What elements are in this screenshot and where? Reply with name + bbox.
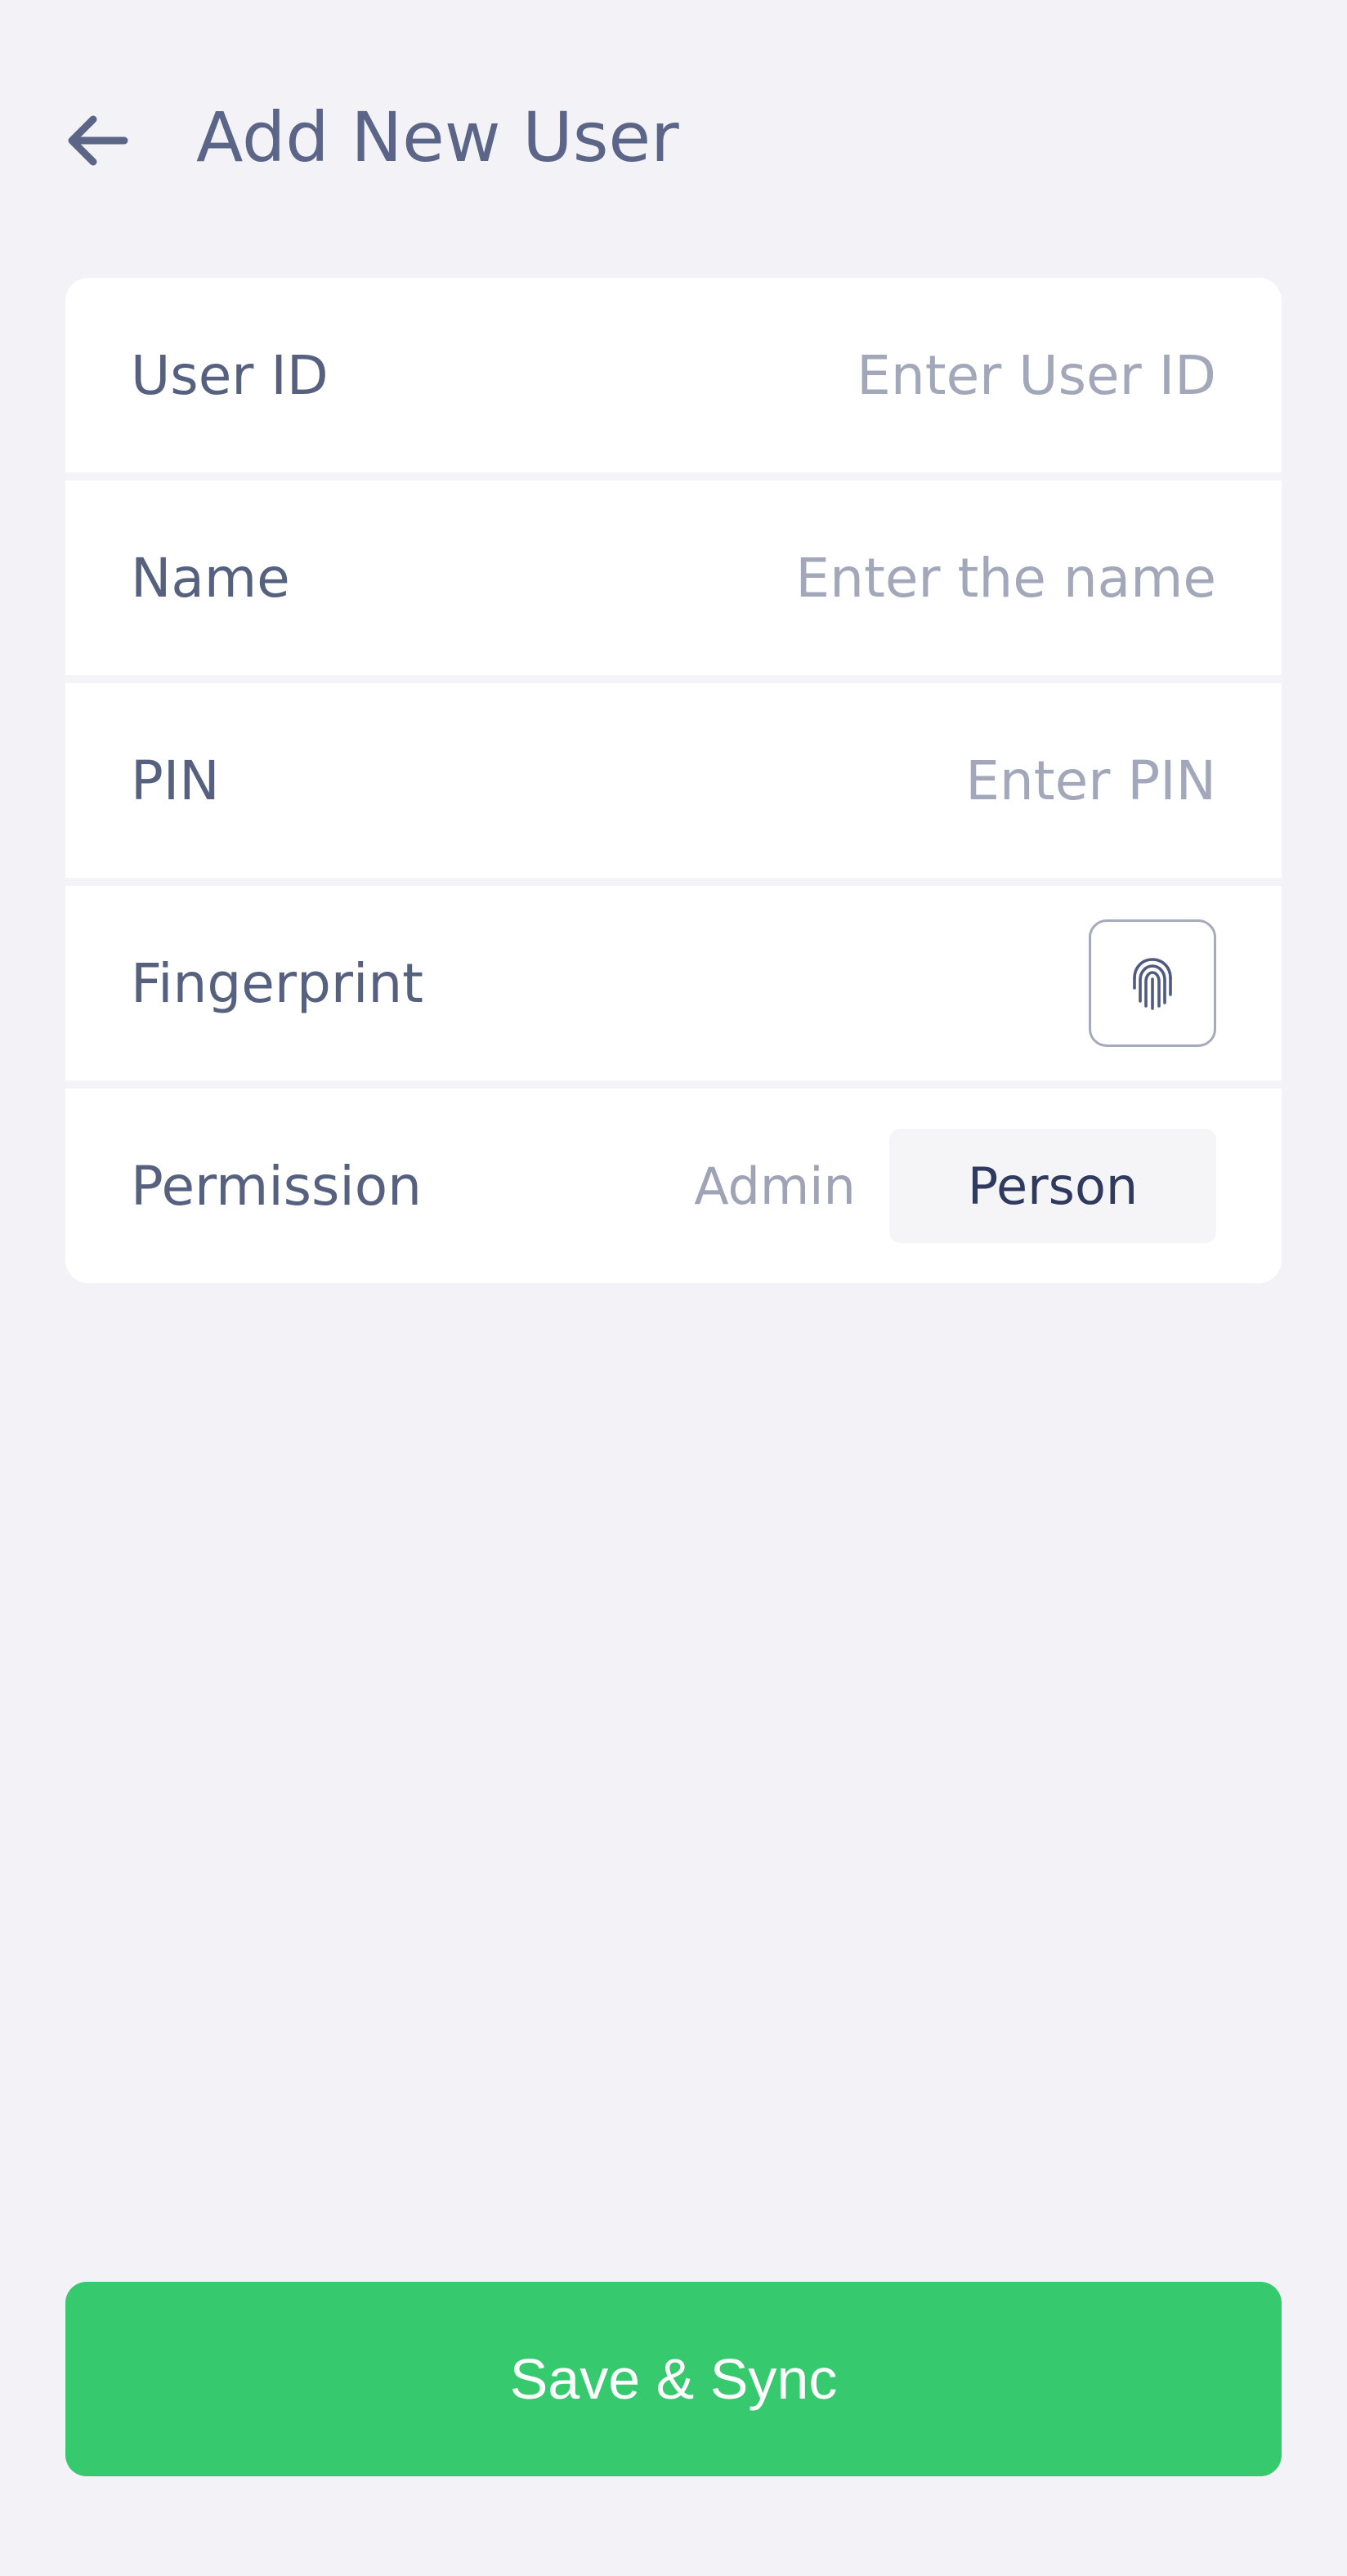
- user-id-label: User ID: [131, 343, 329, 407]
- name-row: Name: [65, 481, 1282, 675]
- divider: [65, 1080, 1282, 1089]
- page-header: Add New User: [0, 0, 1347, 278]
- fingerprint-row: Fingerprint: [65, 886, 1282, 1080]
- save-sync-label: Save & Sync: [509, 2347, 838, 2411]
- permission-toggle: Admin Person: [693, 1129, 1216, 1243]
- divider: [65, 472, 1282, 481]
- divider: [65, 878, 1282, 886]
- permission-option-person[interactable]: Person: [889, 1129, 1216, 1243]
- save-sync-button[interactable]: Save & Sync: [65, 2282, 1282, 2476]
- divider: [65, 675, 1282, 683]
- permission-option-admin[interactable]: Admin: [693, 1129, 857, 1243]
- user-id-input[interactable]: [360, 343, 1216, 407]
- fingerprint-icon: [1133, 958, 1172, 1010]
- user-id-row: User ID: [65, 278, 1282, 472]
- pin-row: PIN: [65, 683, 1282, 878]
- back-button[interactable]: [59, 101, 137, 180]
- name-label: Name: [131, 546, 290, 610]
- fingerprint-label: Fingerprint: [131, 951, 424, 1015]
- arrow-left-icon: [68, 115, 128, 166]
- user-form-card: User ID Name PIN Fingerprint: [65, 278, 1282, 1283]
- page-title: Add New User: [196, 97, 679, 177]
- name-input[interactable]: [322, 546, 1216, 610]
- pin-input[interactable]: [252, 749, 1216, 812]
- permission-row: Permission Admin Person: [65, 1089, 1282, 1283]
- fingerprint-button[interactable]: [1089, 919, 1216, 1047]
- permission-label: Permission: [131, 1154, 422, 1218]
- pin-label: PIN: [131, 749, 220, 812]
